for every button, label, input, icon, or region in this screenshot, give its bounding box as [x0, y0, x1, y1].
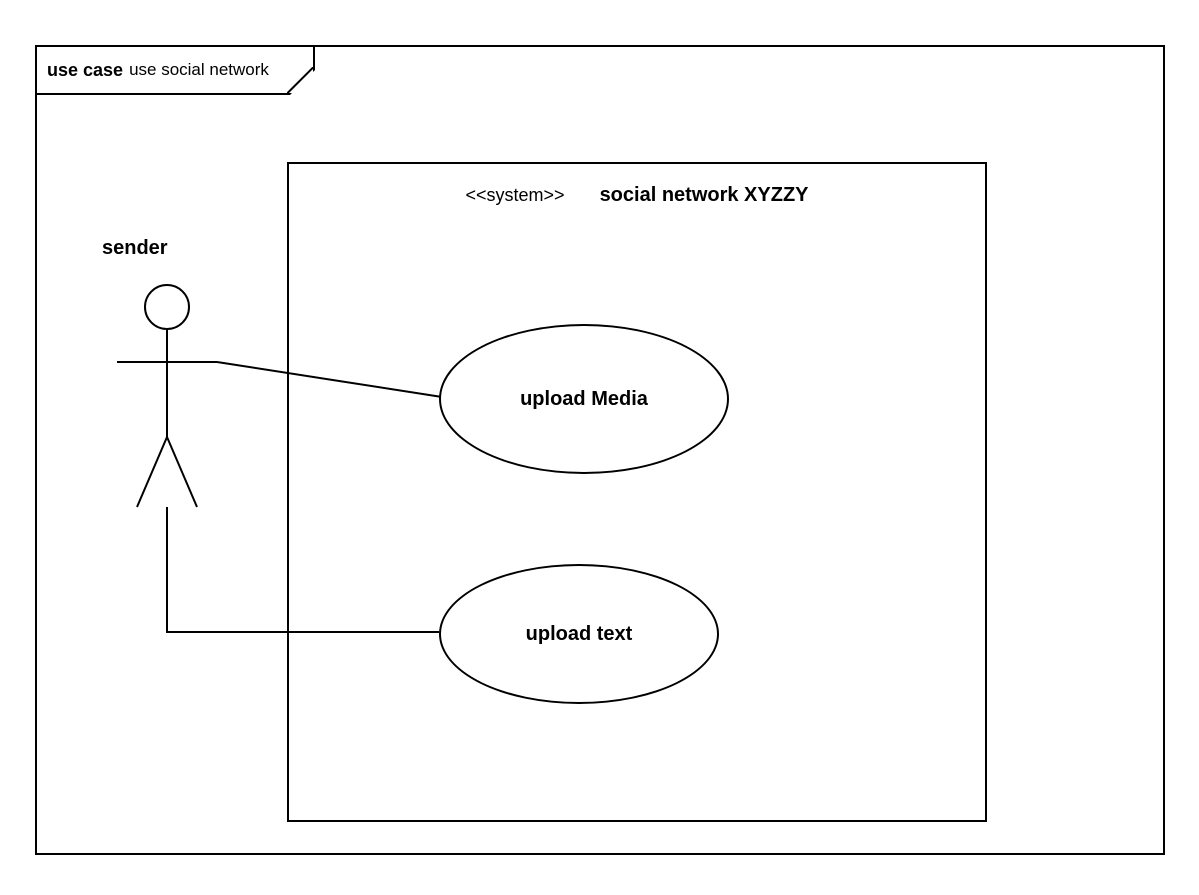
actor-icon [112, 282, 222, 532]
system-header: <<system>> social network XYZZY [289, 184, 985, 207]
diagram-title: use social network [129, 60, 269, 80]
use-case-upload-media: upload Media [439, 324, 729, 474]
use-case-diagram-frame: use case use social network sender <<sys… [35, 45, 1165, 855]
use-case-label: upload Media [520, 388, 648, 411]
use-case-label: upload text [526, 623, 633, 646]
use-case-upload-text: upload text [439, 564, 719, 704]
actor-label: sender [102, 237, 168, 260]
system-stereotype: <<system>> [465, 185, 564, 205]
diagram-type-label: use case [47, 60, 123, 81]
system-name: social network XYZZY [600, 184, 809, 206]
system-boundary: <<system>> social network XYZZY upload M… [287, 162, 987, 822]
diagram-title-tab: use case use social network [35, 45, 315, 95]
